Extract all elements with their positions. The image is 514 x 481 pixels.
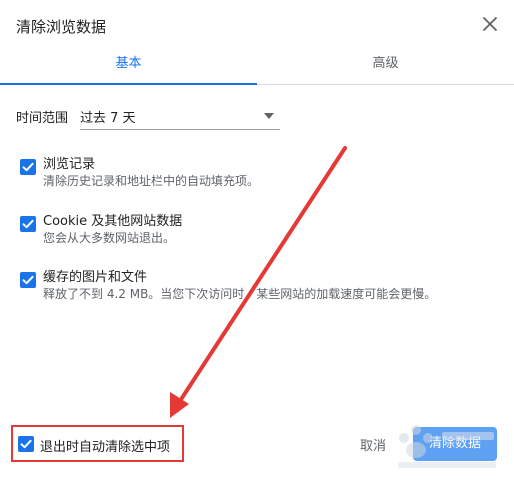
option-description: 清除历史记录和地址栏中的自动填充项。 xyxy=(43,174,260,188)
time-range-value: 过去 7 天 xyxy=(80,111,136,126)
dropdown-caret-icon xyxy=(264,113,274,119)
checkbox-auto-clear-on-exit[interactable] xyxy=(18,436,34,452)
checkbox-cookies[interactable] xyxy=(20,216,36,232)
checkbox-browsing-history[interactable] xyxy=(20,159,36,175)
option-title: 浏览记录 xyxy=(43,157,96,172)
checkbox-cached-images[interactable] xyxy=(20,272,36,288)
option-cached-images: 缓存的图片和文件 释放了不到 4.2 MB。当您下次访问时，某些网站的加载速度可… xyxy=(20,266,500,306)
time-range-select[interactable]: 过去 7 天 xyxy=(80,103,280,130)
clear-browsing-data-dialog: 清除浏览数据 基本 高级 时间范围 过去 7 天 浏览记录 清除历史记录和地址栏… xyxy=(0,0,514,481)
option-description: 释放了不到 4.2 MB。当您下次访问时，某些网站的加载速度可能会更慢。 xyxy=(43,287,437,301)
checkmark-icon xyxy=(22,275,34,285)
option-title: Cookie 及其他网站数据 xyxy=(43,214,183,229)
cancel-button[interactable]: 取消 xyxy=(360,435,386,454)
close-icon xyxy=(483,17,497,31)
time-range-label: 时间范围 xyxy=(16,111,69,126)
checkmark-icon xyxy=(22,162,34,172)
clear-data-button[interactable]: 清除数据 xyxy=(413,427,497,461)
checkmark-icon xyxy=(20,439,32,449)
auto-clear-label: 退出时自动清除选中项 xyxy=(40,440,171,455)
option-title: 缓存的图片和文件 xyxy=(43,270,148,285)
checkmark-icon xyxy=(22,219,34,229)
auto-clear-highlight: 退出时自动清除选中项 xyxy=(11,425,184,462)
tab-bar: 基本 高级 xyxy=(0,44,514,85)
option-browsing-history: 浏览记录 清除历史记录和地址栏中的自动填充项。 xyxy=(20,153,500,193)
close-button[interactable] xyxy=(478,12,502,36)
dialog-title: 清除浏览数据 xyxy=(16,18,107,36)
option-cookies: Cookie 及其他网站数据 您会从大多数网站退出。 xyxy=(20,210,500,250)
tab-advanced[interactable]: 高级 xyxy=(257,44,514,84)
active-tab-indicator xyxy=(0,83,257,85)
option-description: 您会从大多数网站退出。 xyxy=(43,231,176,245)
tab-basic[interactable]: 基本 xyxy=(0,44,257,84)
